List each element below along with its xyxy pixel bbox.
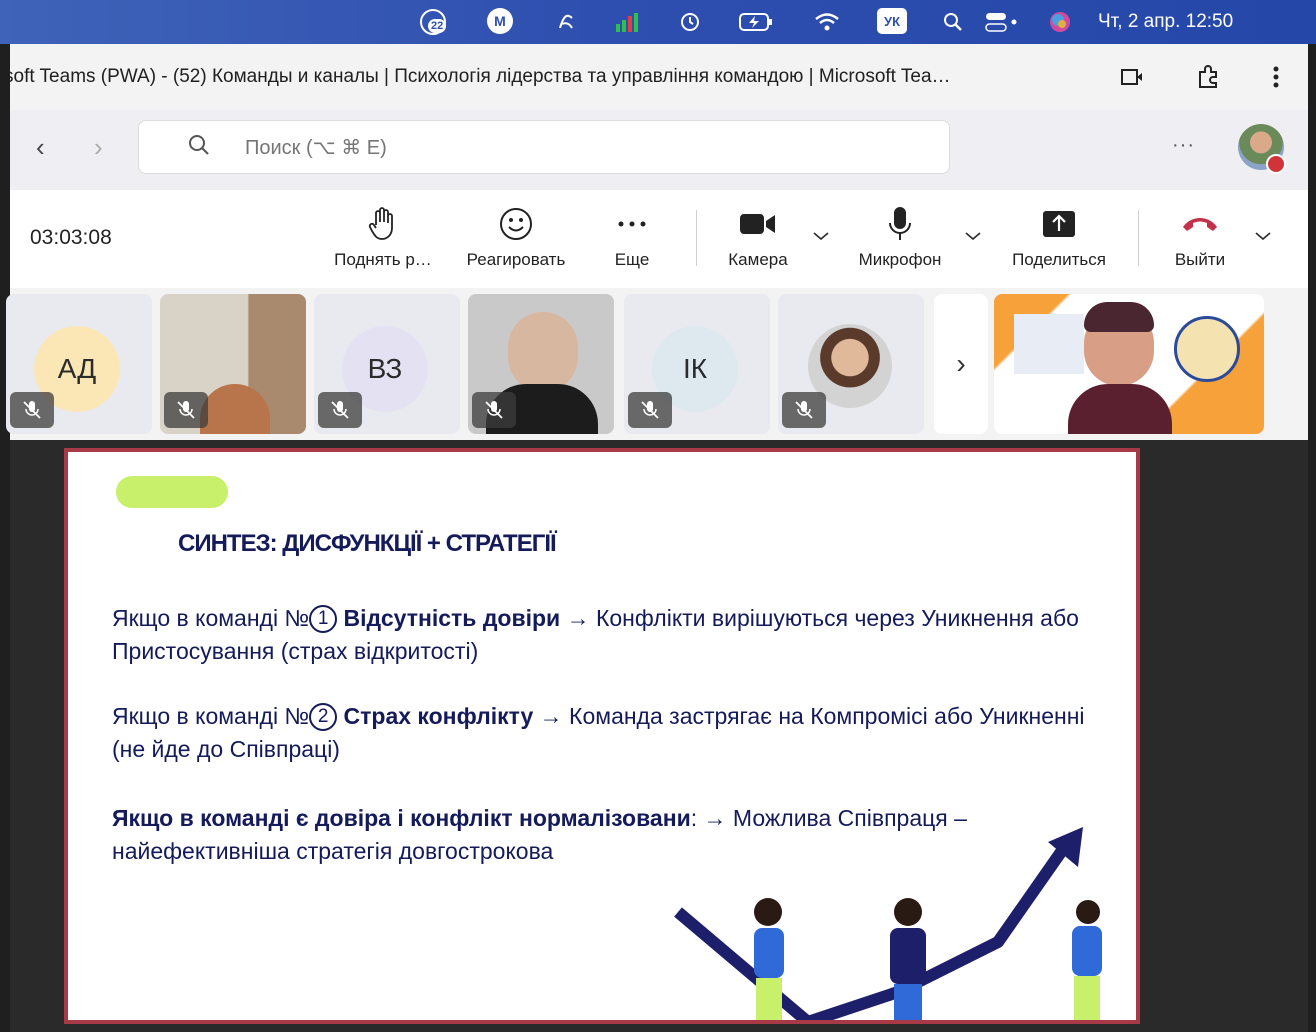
raise-hand-label: Поднять р…: [334, 250, 432, 269]
shared-content-stage: СИНТЕЗ: ДИСФУНКЦІЇ + СТРАТЕГІЇ Якщо в ко…: [10, 440, 1308, 1032]
status-dot: [1266, 154, 1286, 174]
activity-chart-icon[interactable]: [612, 8, 642, 36]
hang-up-phone-icon: [1181, 204, 1219, 244]
participant-tile[interactable]: АД: [6, 294, 152, 434]
bold-text: Страх конфлікту: [343, 703, 534, 729]
camera-icon: [739, 204, 777, 244]
mic-muted-icon: [10, 392, 54, 428]
search-input[interactable]: [243, 121, 927, 175]
text-span: Якщо в команді №: [112, 605, 310, 631]
bold-text: Відсутність довіри: [343, 605, 561, 631]
next-participants-button[interactable]: ›: [934, 294, 988, 434]
mic-muted-icon: [472, 392, 516, 428]
participant-video-tile[interactable]: [468, 294, 614, 434]
microphone-button[interactable]: Микрофон: [846, 204, 954, 280]
more-label: Еще: [614, 250, 650, 269]
spotlight-search-icon[interactable]: [940, 8, 966, 36]
divider: [1138, 210, 1139, 266]
presenter-video-tile[interactable]: [994, 294, 1264, 434]
more-actions-button[interactable]: Еще: [600, 204, 664, 280]
microphone-options-chevron-icon[interactable]: [964, 228, 982, 246]
slide-title: СИНТЕЗ: ДИСФУНКЦІЇ + СТРАТЕГІЇ: [178, 530, 557, 557]
share-button[interactable]: Поделиться: [1000, 204, 1118, 280]
search-icon: [189, 135, 209, 155]
forward-arrow-icon[interactable]: ›: [94, 132, 103, 163]
search-box[interactable]: [138, 120, 950, 175]
siri-icon[interactable]: [1046, 8, 1074, 36]
slide-paragraph-1: Якщо в команді № 1 Відсутність довіри → К…: [112, 602, 1092, 668]
share-label: Поделиться: [1012, 250, 1106, 269]
macos-menu-bar: 22 M УК Чт, 2 апр. 12:50: [0, 0, 1316, 44]
participant-tile[interactable]: ІК: [624, 294, 770, 434]
text-span: Якщо в команді №: [112, 703, 310, 729]
leave-label: Выйти: [1174, 250, 1226, 269]
react-label: Реагировать: [466, 250, 566, 269]
mic-muted-icon: [628, 392, 672, 428]
camera-button[interactable]: Камера: [716, 204, 800, 280]
battery-icon[interactable]: [736, 8, 776, 36]
circled-number: 2: [309, 703, 338, 731]
window-titlebar: soft Teams (PWA) - (52) Команды и каналы…: [4, 44, 1308, 110]
teams-nav-bar: ‹ › ···: [10, 110, 1308, 190]
more-options-button[interactable]: ···: [1172, 134, 1195, 157]
participant-video-tile[interactable]: [160, 294, 306, 434]
mic-muted-icon: [164, 392, 208, 428]
extensions-icon[interactable]: [1194, 64, 1222, 90]
teams-window: soft Teams (PWA) - (52) Команды и каналы…: [4, 44, 1308, 1032]
circled-number: 1: [309, 605, 338, 633]
participants-strip: АД ВЗ ІК ›: [6, 288, 1308, 440]
keyboard-layout-indicator[interactable]: УК: [877, 8, 907, 34]
hand-icon: [367, 204, 399, 244]
back-arrow-icon[interactable]: ‹: [36, 132, 45, 163]
raise-hand-button[interactable]: Поднять р…: [318, 204, 448, 280]
wifi-icon[interactable]: [812, 8, 842, 36]
calendar-badge-icon[interactable]: 22: [420, 9, 454, 35]
presentation-slide: СИНТЕЗ: ДИСФУНКЦІЇ + СТРАТЕГІЇ Якщо в ко…: [64, 448, 1140, 1024]
bold-text: Якщо в команді є довіра і конфлікт норма…: [112, 805, 691, 831]
microphone-label: Микрофон: [858, 250, 942, 269]
accent-pill: [116, 476, 228, 508]
app-menu-icon[interactable]: [1262, 64, 1290, 90]
control-center-icon[interactable]: [982, 8, 1022, 36]
divider: [696, 210, 697, 266]
share-upload-icon: [1042, 204, 1076, 244]
script-app-icon[interactable]: [552, 8, 580, 36]
call-timer: 03:03:08: [30, 226, 112, 249]
react-button[interactable]: Реагировать: [454, 204, 578, 280]
mic-muted-icon: [318, 392, 362, 428]
leave-button[interactable]: Выйти: [1162, 204, 1238, 280]
smiley-icon: [499, 204, 533, 244]
ellipsis-icon: [617, 204, 647, 244]
meeting-control-bar: 03:03:08 Поднять р… Реагировать Еще Каме…: [10, 190, 1308, 288]
growth-arrow-illustration: [674, 827, 1102, 1020]
leave-options-chevron-icon[interactable]: [1254, 228, 1272, 246]
mic-muted-icon: [782, 392, 826, 428]
participant-tile[interactable]: ВЗ: [314, 294, 460, 434]
time-machine-icon[interactable]: [676, 8, 704, 36]
slide-paragraph-2: Якщо в команді № 2 Страх конфлікту → Кома…: [112, 700, 1092, 766]
camera-label: Камера: [728, 250, 788, 269]
menubar-clock[interactable]: Чт, 2 апр. 12:50: [1098, 8, 1233, 36]
microphone-icon: [887, 204, 913, 244]
mail-icon[interactable]: M: [487, 8, 513, 34]
camera-options-chevron-icon[interactable]: [812, 228, 830, 246]
participant-photo-tile[interactable]: [778, 294, 924, 434]
window-title: soft Teams (PWA) - (52) Команды и каналы…: [4, 66, 951, 87]
cast-icon[interactable]: [1118, 64, 1146, 90]
